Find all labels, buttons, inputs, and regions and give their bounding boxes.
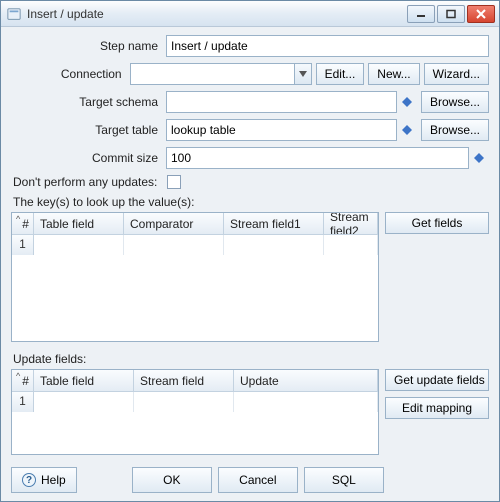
help-button[interactable]: ? Help (11, 467, 77, 493)
ok-button[interactable]: OK (132, 467, 212, 493)
cell-update[interactable] (234, 392, 378, 412)
dont-perform-updates-checkbox[interactable] (167, 175, 181, 189)
cell-stream-field[interactable] (134, 392, 234, 412)
table-row[interactable]: 1 (12, 392, 378, 412)
dont-perform-updates-label: Don't perform any updates: (11, 175, 165, 189)
cell-stream1[interactable] (224, 235, 324, 255)
col-table-field[interactable]: Table field (34, 370, 134, 391)
get-fields-button[interactable]: Get fields (385, 212, 489, 234)
new-connection-button[interactable]: New... (368, 63, 419, 85)
col-rownum[interactable]: ^# (12, 213, 34, 234)
step-name-label: Step name (11, 39, 166, 53)
cell-stream2[interactable] (324, 235, 378, 255)
row-number: 1 (12, 235, 34, 255)
update-section-title: Update fields: (13, 352, 489, 366)
col-stream-field[interactable]: Stream field (134, 370, 234, 391)
keys-section-title: The key(s) to look up the value(s): (13, 195, 489, 209)
col-stream-field1[interactable]: Stream field1 (224, 213, 324, 234)
dialog-window: Insert / update Step name Connection (0, 0, 500, 502)
target-schema-input[interactable] (166, 91, 397, 113)
row-number: 1 (12, 392, 34, 412)
help-icon: ? (22, 473, 36, 487)
browse-table-button[interactable]: Browse... (421, 119, 489, 141)
cancel-button[interactable]: Cancel (218, 467, 298, 493)
target-schema-label: Target schema (11, 95, 166, 109)
get-update-fields-button[interactable]: Get update fields (385, 369, 489, 391)
step-name-input[interactable] (166, 35, 489, 57)
chevron-down-icon (299, 71, 307, 77)
sql-button[interactable]: SQL (304, 467, 384, 493)
wizard-button[interactable]: Wizard... (424, 63, 489, 85)
edit-mapping-button[interactable]: Edit mapping (385, 397, 489, 419)
app-icon (7, 7, 21, 21)
commit-size-label: Commit size (11, 151, 166, 165)
col-rownum[interactable]: ^# (12, 370, 34, 391)
variable-icon (473, 153, 485, 163)
connection-input[interactable] (130, 63, 294, 85)
close-button[interactable] (467, 5, 495, 23)
help-label: Help (41, 473, 66, 487)
connection-dropdown-button[interactable] (294, 63, 312, 85)
cell-table-field[interactable] (34, 392, 134, 412)
col-stream-field2[interactable]: Stream field2 (324, 213, 378, 234)
cell-table-field[interactable] (34, 235, 124, 255)
update-fields-table[interactable]: ^# Table field Stream field Update 1 (11, 369, 379, 455)
window-title: Insert / update (27, 7, 104, 21)
cell-comparator[interactable] (124, 235, 224, 255)
target-table-label: Target table (11, 123, 166, 137)
maximize-button[interactable] (437, 5, 465, 23)
browse-schema-button[interactable]: Browse... (421, 91, 489, 113)
minimize-button[interactable] (407, 5, 435, 23)
table-row[interactable]: 1 (12, 235, 378, 255)
variable-icon (401, 125, 413, 135)
keys-table[interactable]: ^# Table field Comparator Stream field1 … (11, 212, 379, 342)
titlebar: Insert / update (1, 1, 499, 27)
target-table-input[interactable] (166, 119, 397, 141)
col-comparator[interactable]: Comparator (124, 213, 224, 234)
col-table-field[interactable]: Table field (34, 213, 124, 234)
variable-icon (401, 97, 413, 107)
connection-label: Connection (11, 67, 130, 81)
edit-connection-button[interactable]: Edit... (316, 63, 365, 85)
col-update[interactable]: Update (234, 370, 378, 391)
commit-size-input[interactable] (166, 147, 469, 169)
